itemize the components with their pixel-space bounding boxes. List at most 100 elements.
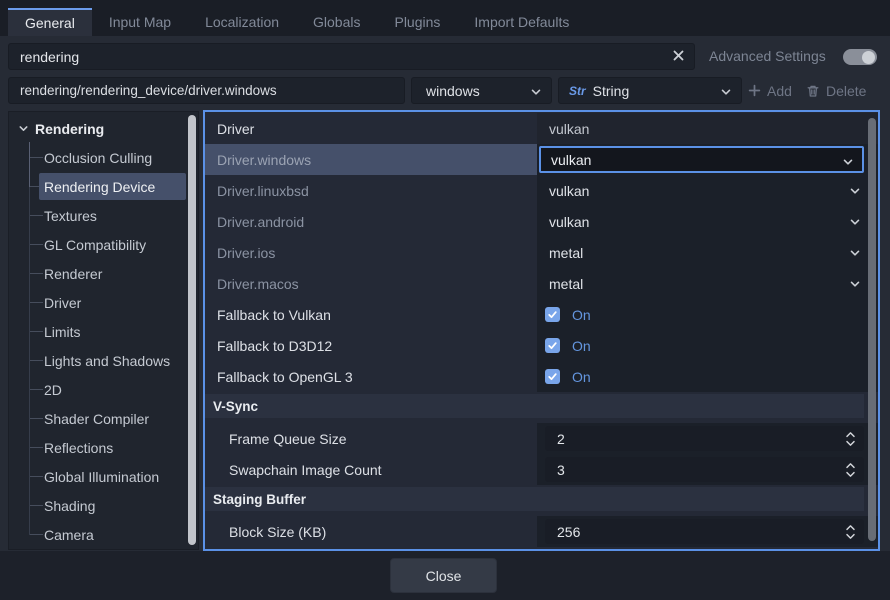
- sidebar-item-label: Global Illumination: [44, 469, 159, 485]
- updown-arrows-icon[interactable]: [845, 431, 856, 447]
- section-header-label: V-Sync: [205, 399, 258, 414]
- property-value-cell: On: [537, 330, 878, 361]
- add-button[interactable]: Add: [748, 77, 792, 104]
- property-value-cell: 2: [537, 423, 878, 454]
- property-value-cell: 3: [537, 454, 878, 485]
- dropdown-value: vulkan: [537, 214, 589, 230]
- sidebar-item-label: Rendering Device: [44, 179, 155, 195]
- chevron-down-icon: [849, 185, 861, 197]
- property-row-swapchain-image-count: Swapchain Image Count3: [205, 454, 878, 485]
- sidebar-item-shading[interactable]: Shading: [9, 491, 198, 520]
- delete-button[interactable]: Delete: [806, 77, 866, 104]
- tab-import-defaults[interactable]: Import Defaults: [457, 8, 586, 36]
- sidebar-item-label: Lights and Shadows: [44, 353, 170, 369]
- sidebar-item-shader-compiler[interactable]: Shader Compiler: [9, 404, 198, 433]
- property-row-staging-buffer: Staging Buffer: [205, 485, 878, 516]
- clear-search-icon[interactable]: [672, 49, 685, 62]
- chevron-down-icon: [849, 278, 861, 290]
- option-dropdown[interactable]: vulkan: [539, 146, 864, 173]
- panel-scrollbar[interactable]: [868, 118, 876, 541]
- chevron-down-icon: [849, 216, 861, 228]
- sidebar-item-label: Camera: [44, 527, 94, 543]
- sidebar-item-textures[interactable]: Textures: [9, 201, 198, 230]
- property-label: Driver.linuxbsd: [205, 175, 537, 206]
- type-select[interactable]: Str String: [558, 77, 742, 104]
- add-button-label: Add: [767, 83, 792, 99]
- checkbox-checked-icon[interactable]: [545, 338, 560, 353]
- spinbox-value: 2: [545, 431, 565, 447]
- property-row-fallback-to-opengl-3: Fallback to OpenGL 3On: [205, 361, 878, 392]
- sidebar-item-camera[interactable]: Camera: [9, 520, 198, 549]
- option-dropdown[interactable]: metal: [537, 268, 878, 299]
- spinbox-value: 256: [545, 524, 580, 540]
- dropdown-value: metal: [537, 245, 583, 261]
- property-row-driver-linuxbsd: Driver.linuxbsdvulkan: [205, 175, 878, 206]
- property-path-value: rendering/rendering_device/driver.window…: [9, 83, 277, 98]
- property-row-fallback-to-vulkan: Fallback to Vulkan On: [205, 299, 878, 330]
- checkbox-state-label: On: [572, 338, 591, 354]
- sidebar-item-lights-and-shadows[interactable]: Lights and Shadows: [9, 346, 198, 375]
- checkbox-checked-icon[interactable]: [545, 369, 560, 384]
- chevron-down-icon: [842, 156, 854, 168]
- tab-localization[interactable]: Localization: [188, 8, 296, 36]
- property-value-cell: 256: [537, 516, 878, 547]
- property-label: Driver.windows: [205, 144, 537, 175]
- tree-root-label: Rendering: [35, 121, 104, 137]
- sidebar-item-renderer[interactable]: Renderer: [9, 259, 198, 288]
- sidebar-item-label: Reflections: [44, 440, 113, 456]
- tab-input-map[interactable]: Input Map: [92, 8, 188, 36]
- tab-plugins[interactable]: Plugins: [377, 8, 457, 36]
- checkbox-state-label: On: [572, 307, 591, 323]
- sidebar-item-label: GL Compatibility: [44, 237, 146, 253]
- updown-arrows-icon[interactable]: [845, 462, 856, 478]
- option-dropdown[interactable]: vulkan: [537, 206, 878, 237]
- property-row-driver-ios: Driver.iosmetal: [205, 237, 878, 268]
- sidebar-item-driver[interactable]: Driver: [9, 288, 198, 317]
- tree-root-rendering[interactable]: Rendering: [9, 114, 198, 143]
- property-path-input[interactable]: rendering/rendering_device/driver.window…: [8, 77, 405, 104]
- sidebar-scrollbar[interactable]: [188, 115, 196, 545]
- feature-select[interactable]: windows: [411, 77, 552, 104]
- property-row-driver-android: Driver.androidvulkan: [205, 206, 878, 237]
- property-row-driver: Drivervulkan: [205, 113, 878, 144]
- advanced-settings-toggle[interactable]: [843, 49, 877, 65]
- toggle-knob: [862, 51, 875, 64]
- type-select-value: String: [593, 83, 630, 99]
- sidebar-item-global-illumination[interactable]: Global Illumination: [9, 462, 198, 491]
- tab-globals[interactable]: Globals: [296, 8, 377, 36]
- spinbox-input[interactable]: 256: [545, 519, 864, 544]
- updown-arrows-icon[interactable]: [845, 524, 856, 540]
- option-dropdown[interactable]: metal: [537, 237, 878, 268]
- tab-general[interactable]: General: [8, 8, 92, 36]
- settings-tree: Rendering Occlusion Culling Rendering Dev…: [8, 111, 199, 550]
- property-label: Driver.macos: [205, 268, 537, 299]
- sidebar-item-rendering-device[interactable]: Rendering Device: [9, 172, 198, 201]
- option-dropdown[interactable]: vulkan: [537, 175, 878, 206]
- sidebar-item-label: Limits: [44, 324, 81, 340]
- search-input[interactable]: rendering: [8, 43, 695, 70]
- spinbox-input[interactable]: 3: [545, 457, 864, 482]
- dropdown-value: metal: [537, 276, 583, 292]
- close-button[interactable]: Close: [390, 558, 497, 593]
- checkbox-checked-icon[interactable]: [545, 307, 560, 322]
- property-label: Fallback to Vulkan: [205, 299, 537, 330]
- chevron-down-icon: [530, 86, 542, 98]
- collapse-chevron-icon[interactable]: [18, 123, 29, 134]
- property-value: vulkan: [537, 121, 589, 137]
- trash-icon: [806, 84, 820, 98]
- plus-icon: [748, 84, 761, 97]
- feature-select-value: windows: [412, 83, 480, 99]
- property-row-v-sync: V-Sync: [205, 392, 878, 423]
- sidebar-item-occlusion-culling[interactable]: Occlusion Culling: [9, 143, 198, 172]
- sidebar-item-reflections[interactable]: Reflections: [9, 433, 198, 462]
- property-value-cell: On: [537, 361, 878, 392]
- property-row-driver-macos: Driver.macosmetal: [205, 268, 878, 299]
- sidebar-item-limits[interactable]: Limits: [9, 317, 198, 346]
- property-label: Fallback to OpenGL 3: [205, 361, 537, 392]
- sidebar-item-2d[interactable]: 2D: [9, 375, 198, 404]
- spinbox-value: 3: [545, 462, 565, 478]
- sidebar-item-gl-compatibility[interactable]: GL Compatibility: [9, 230, 198, 259]
- spinbox-input[interactable]: 2: [545, 426, 864, 451]
- property-row-frame-queue-size: Frame Queue Size2: [205, 423, 878, 454]
- property-label: Block Size (KB): [205, 516, 537, 547]
